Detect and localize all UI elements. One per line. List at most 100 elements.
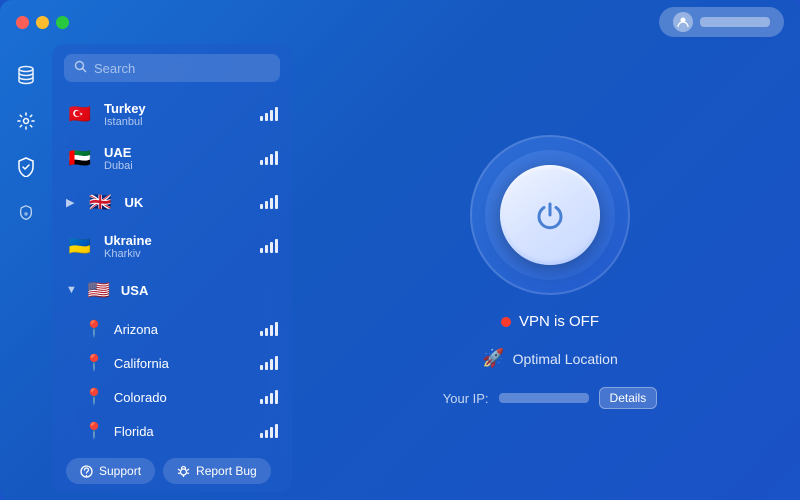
- support-label: Support: [99, 464, 141, 478]
- search-icon: [74, 60, 87, 76]
- signal-bar-1: [260, 248, 263, 253]
- signal-bar-2: [265, 396, 268, 404]
- signal-bar-4: [275, 390, 278, 404]
- signal-bars: [260, 151, 278, 165]
- location-pin-icon: 📍: [84, 421, 104, 441]
- signal-bar-2: [265, 245, 268, 253]
- signal-bar-4: [275, 322, 278, 336]
- details-button[interactable]: Details: [599, 387, 658, 409]
- window-controls: [16, 16, 69, 29]
- list-item-colorado[interactable]: 📍 Colorado: [56, 380, 288, 414]
- signal-bar-3: [270, 359, 273, 370]
- signal-bar-3: [270, 242, 273, 253]
- chevron-right-icon: ▶: [66, 196, 74, 209]
- signal-bar-3: [270, 427, 273, 438]
- server-name: UAE: [104, 145, 250, 160]
- signal-bar-1: [260, 331, 263, 336]
- optimal-location: 🚀 Optimal Location: [482, 348, 617, 369]
- location-name: California: [114, 356, 250, 371]
- signal-bars: [260, 322, 278, 336]
- optimal-location-label: Optimal Location: [513, 351, 618, 367]
- list-item-usa-header[interactable]: ▼ 🇺🇸 USA: [56, 268, 288, 312]
- signal-bar-4: [275, 195, 278, 209]
- location-name: Colorado: [114, 390, 250, 405]
- flag-uk: 🇬🇧: [86, 188, 114, 216]
- sidebar: [0, 44, 52, 500]
- signal-bar-3: [270, 393, 273, 404]
- vpn-status: VPN is OFF: [501, 313, 599, 330]
- server-list: 🇹🇷 Turkey Istanbul 🇦🇪: [52, 92, 292, 450]
- power-icon: [531, 196, 569, 234]
- power-ring-middle: [485, 150, 615, 280]
- list-panel: 🇹🇷 Turkey Istanbul 🇦🇪: [52, 44, 292, 492]
- app-window: 🇹🇷 Turkey Istanbul 🇦🇪: [0, 0, 800, 500]
- flag-turkey: 🇹🇷: [66, 100, 94, 128]
- signal-bar-2: [265, 113, 268, 121]
- maximize-button[interactable]: [56, 16, 69, 29]
- server-info-ukraine: Ukraine Kharkiv: [104, 233, 250, 260]
- server-info-uk: UK: [124, 195, 250, 210]
- signal-bar-1: [260, 365, 263, 370]
- user-badge[interactable]: [659, 7, 784, 37]
- location-name: Florida: [114, 424, 250, 439]
- user-avatar-icon: [673, 12, 693, 32]
- list-item[interactable]: ▶ 🇬🇧 UK: [56, 180, 288, 224]
- list-item[interactable]: 🇦🇪 UAE Dubai: [56, 136, 288, 180]
- search-input[interactable]: [94, 61, 270, 76]
- signal-bar-4: [275, 107, 278, 121]
- flag-ukraine: 🇺🇦: [66, 232, 94, 260]
- server-name: Turkey: [104, 101, 250, 116]
- username-display: [700, 17, 770, 27]
- list-item[interactable]: 🇹🇷 Turkey Istanbul: [56, 92, 288, 136]
- power-button[interactable]: [500, 165, 600, 265]
- chevron-down-icon: ▼: [66, 284, 77, 296]
- signal-bar-1: [260, 116, 263, 121]
- server-name-usa: USA: [121, 283, 278, 298]
- close-button[interactable]: [16, 16, 29, 29]
- signal-bar-1: [260, 160, 263, 165]
- server-sub: Dubai: [104, 160, 250, 172]
- signal-bar-1: [260, 433, 263, 438]
- sidebar-icon-settings[interactable]: [7, 102, 45, 140]
- sidebar-icon-security[interactable]: [7, 148, 45, 186]
- right-panel: VPN is OFF 🚀 Optimal Location Your IP: D…: [300, 44, 800, 500]
- signal-bar-2: [265, 157, 268, 165]
- signal-bar-1: [260, 204, 263, 209]
- report-bug-label: Report Bug: [196, 464, 257, 478]
- server-sub: Kharkiv: [104, 248, 250, 260]
- bottom-bar: Support Report Bug: [52, 450, 292, 492]
- search-bar: [52, 44, 292, 92]
- signal-bar-4: [275, 151, 278, 165]
- minimize-button[interactable]: [36, 16, 49, 29]
- signal-bar-4: [275, 239, 278, 253]
- signal-bar-4: [275, 424, 278, 438]
- search-input-wrap[interactable]: [64, 54, 280, 82]
- signal-bar-1: [260, 399, 263, 404]
- sidebar-icon-servers[interactable]: [7, 56, 45, 94]
- signal-bar-4: [275, 356, 278, 370]
- bug-icon: [177, 465, 190, 478]
- signal-bars: [260, 390, 278, 404]
- status-dot: [501, 317, 511, 327]
- list-item-california[interactable]: 📍 California: [56, 346, 288, 380]
- report-bug-button[interactable]: Report Bug: [163, 458, 271, 484]
- title-bar: [0, 0, 800, 44]
- list-item-arizona[interactable]: 📍 Arizona: [56, 312, 288, 346]
- support-button[interactable]: Support: [66, 458, 155, 484]
- signal-bar-3: [270, 198, 273, 209]
- sidebar-icon-adblocker[interactable]: [7, 194, 45, 232]
- signal-bar-2: [265, 328, 268, 336]
- rocket-icon: 🚀: [482, 348, 504, 369]
- ip-address-display: [499, 393, 589, 403]
- location-pin-icon: 📍: [84, 319, 104, 339]
- server-name: Ukraine: [104, 233, 250, 248]
- signal-bars: [260, 356, 278, 370]
- list-item[interactable]: 🇺🇦 Ukraine Kharkiv: [56, 224, 288, 268]
- location-name: Arizona: [114, 322, 250, 337]
- signal-bars: [260, 107, 278, 121]
- signal-bar-3: [270, 325, 273, 336]
- list-item-florida[interactable]: 📍 Florida: [56, 414, 288, 448]
- server-info-uae: UAE Dubai: [104, 145, 250, 172]
- main-content: 🇹🇷 Turkey Istanbul 🇦🇪: [0, 44, 800, 500]
- signal-bars: [260, 424, 278, 438]
